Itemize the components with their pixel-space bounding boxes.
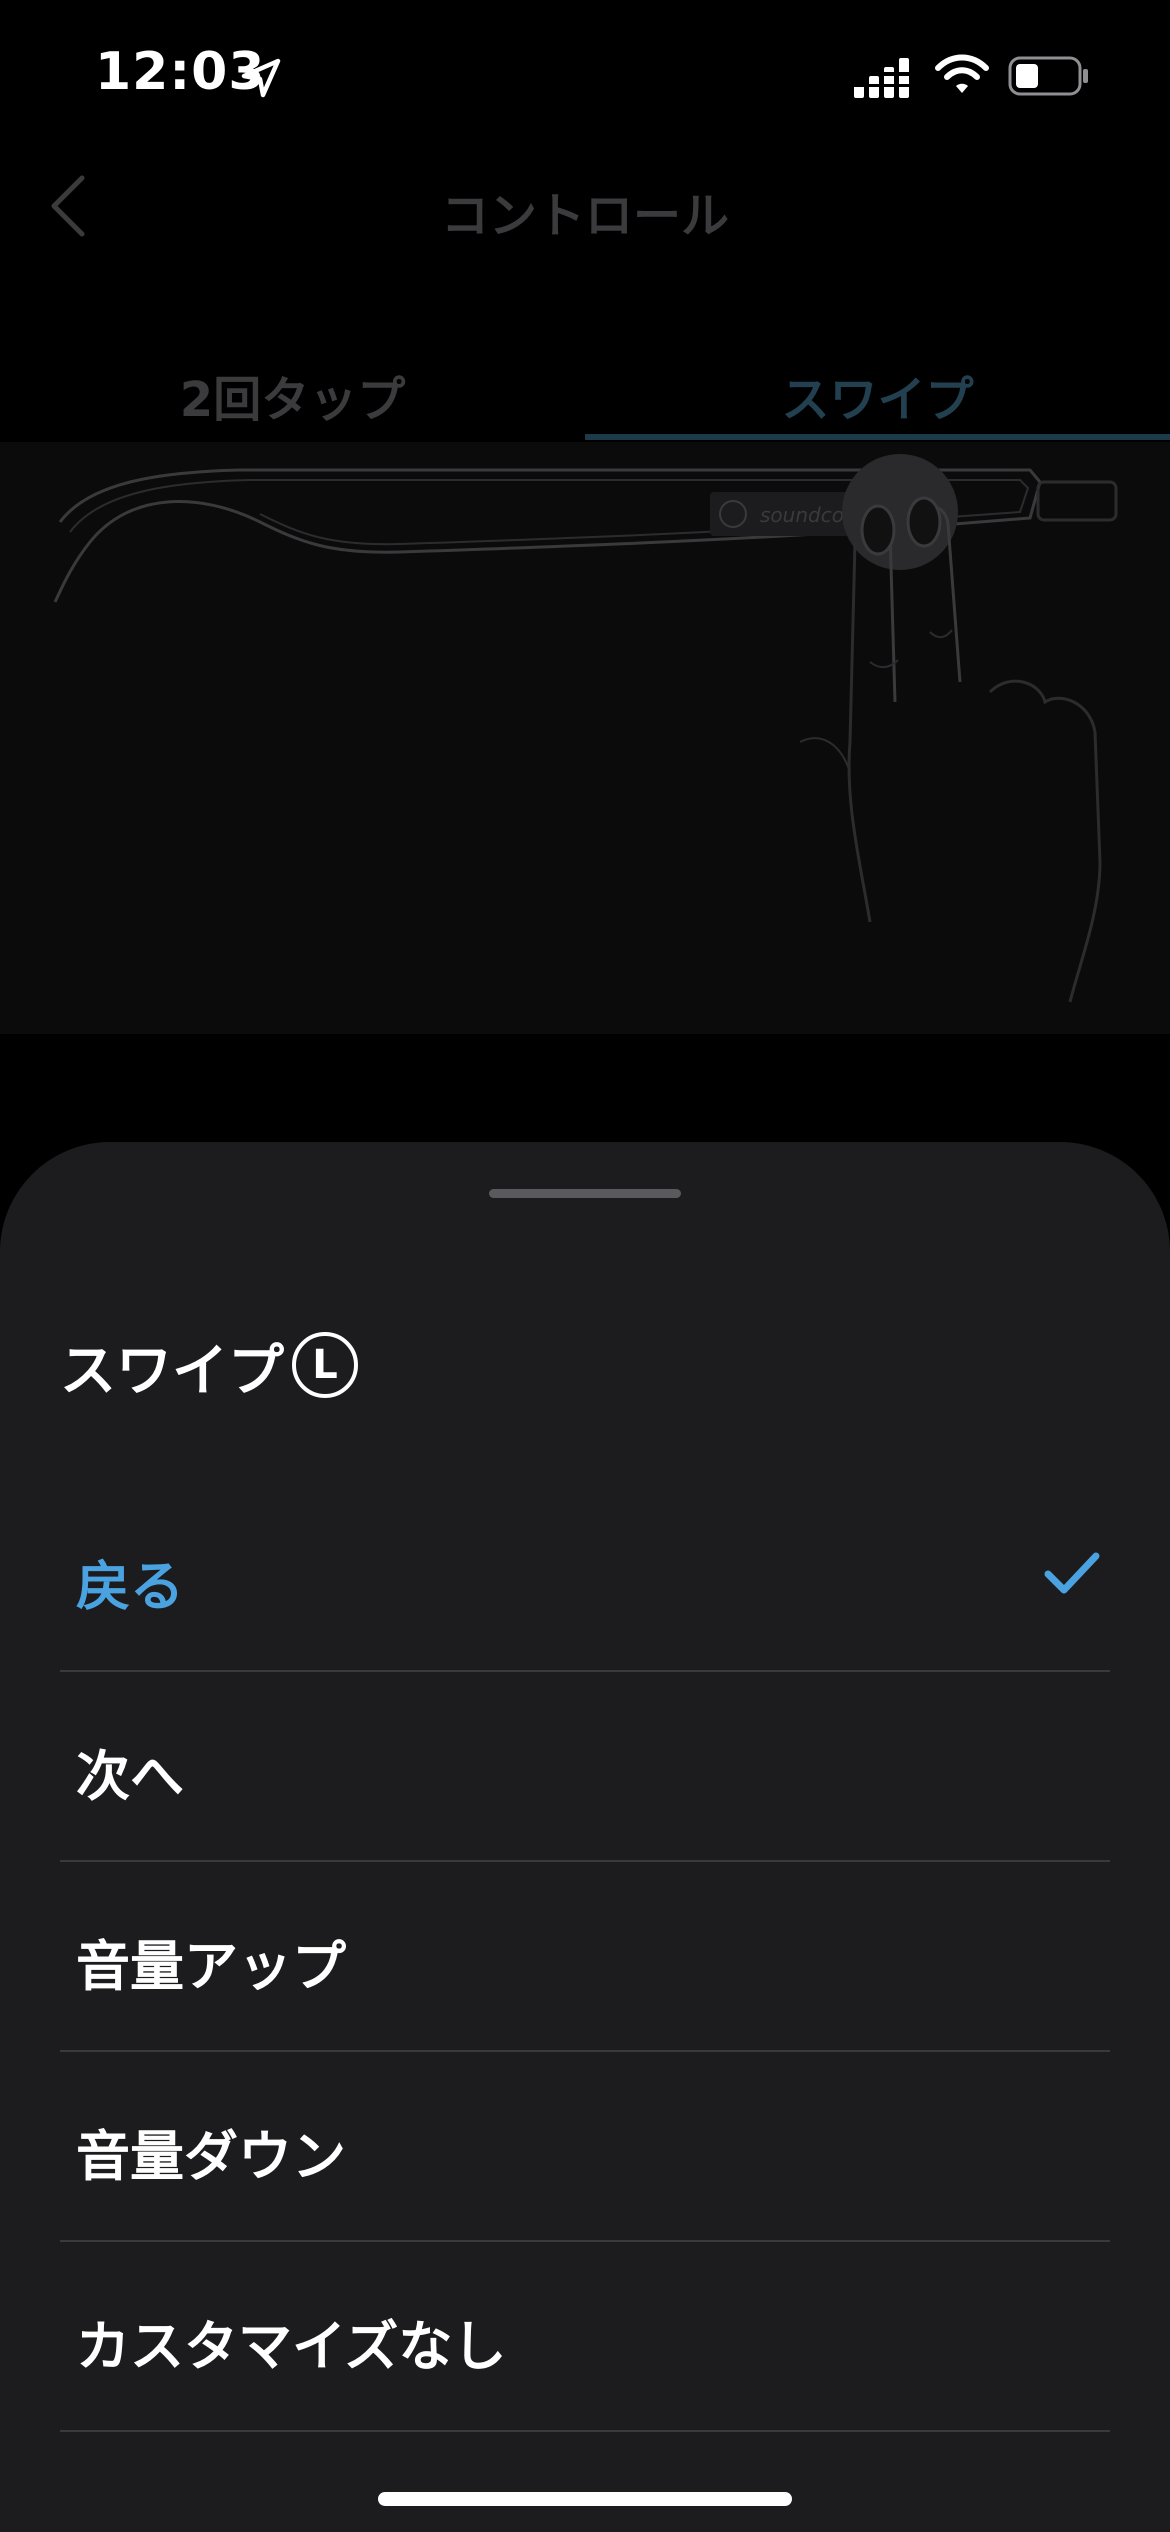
screen: コントロール 2回タップ スワイプ soundcore 12:03 スワイプ L…: [0, 0, 1170, 2532]
option-label: 戻る: [76, 1555, 184, 1618]
option-back[interactable]: 戻る: [60, 1482, 1110, 1672]
option-label: カスタマイズなし: [76, 2315, 507, 2378]
wifi-icon: [935, 54, 989, 93]
tab-swipe[interactable]: スワイプ: [585, 360, 1170, 440]
background-page: コントロール 2回タップ スワイプ soundcore: [0, 0, 1170, 1140]
option-next[interactable]: 次へ: [60, 1672, 1110, 1862]
location-arrow-icon: [241, 58, 281, 98]
swipe-action-sheet: スワイプ L 戻る 次へ 音量アップ 音量ダウン カスタマイズなし: [0, 1142, 1170, 2532]
option-no-customization[interactable]: カスタマイズなし: [60, 2242, 1110, 2432]
sheet-title: スワイプ: [60, 1339, 284, 1404]
tab-double-tap[interactable]: 2回タップ: [0, 360, 585, 440]
touch-glow: [842, 454, 958, 570]
option-label: 音量アップ: [76, 1935, 346, 1998]
glasses-swipe-illustration: soundcore: [0, 442, 1170, 1034]
checkmark-icon: [1044, 1552, 1100, 1594]
option-volume-down[interactable]: 音量ダウン: [60, 2052, 1110, 2242]
option-volume-up[interactable]: 音量アップ: [60, 1862, 1110, 2052]
option-label: 次へ: [76, 1745, 184, 1808]
status-bar: 12:03: [0, 0, 1170, 150]
page-title: コントロール: [440, 188, 729, 244]
left-side-badge: L: [292, 1332, 358, 1398]
tab-selected-underline: [585, 434, 1170, 440]
cellular-signal-icon: [852, 58, 914, 98]
battery-icon: [1008, 56, 1088, 96]
sheet-grabber[interactable]: [489, 1189, 681, 1198]
home-indicator[interactable]: [378, 2492, 792, 2506]
option-label: 音量ダウン: [76, 2125, 346, 2188]
